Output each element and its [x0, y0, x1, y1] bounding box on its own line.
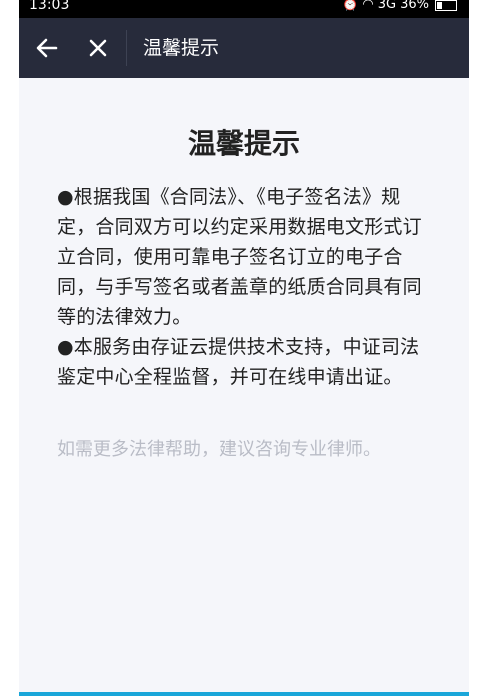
notice-body: ●根据我国《合同法》、《电子签名法》规定，合同双方可以约定采用数据电文形式订立合… [57, 182, 429, 392]
battery-icon [435, 0, 457, 11]
arrow-left-icon [36, 38, 58, 58]
nav-title: 温馨提示 [143, 37, 220, 59]
bottom-action-strip[interactable] [19, 692, 469, 696]
nav-divider [126, 30, 127, 66]
navigation-bar: 温馨提示 [19, 18, 469, 78]
status-indicators: ⏰ ◠ 3G 36% [342, 0, 457, 14]
close-button[interactable] [86, 36, 110, 60]
close-icon [89, 39, 107, 57]
legal-help-hint: 如需更多法律帮助，建议咨询专业律师。 [57, 439, 381, 460]
back-button[interactable] [35, 36, 59, 60]
notice-paragraph-service: ●本服务由存证云提供技术支持，中证司法鉴定中心全程监督，并可在线申请出证。 [57, 336, 420, 388]
screenshot-page: 13:03 ⏰ ◠ 3G 36% 温馨提示 温馨提示 ●根据我国《合同法》、《电… [0, 0, 484, 696]
alarm-icon: ⏰ [342, 0, 359, 12]
phone-screen: 13:03 ⏰ ◠ 3G 36% 温馨提示 温馨提示 ●根据我国《合同法》、《电… [19, 0, 469, 696]
network-label: 3G [377, 0, 397, 12]
status-bar: 13:03 ⏰ ◠ 3G 36% [19, 0, 469, 18]
battery-percent: 36% [400, 0, 429, 12]
status-time: 13:03 [29, 0, 70, 13]
notice-paragraph-contract-law: ●根据我国《合同法》、《电子签名法》规定，合同双方可以约定采用数据电文形式订立合… [57, 186, 422, 328]
wifi-icon: ◠ [362, 0, 374, 12]
content-area: 温馨提示 ●根据我国《合同法》、《电子签名法》规定，合同双方可以约定采用数据电文… [19, 78, 469, 696]
page-heading: 温馨提示 [187, 127, 300, 160]
